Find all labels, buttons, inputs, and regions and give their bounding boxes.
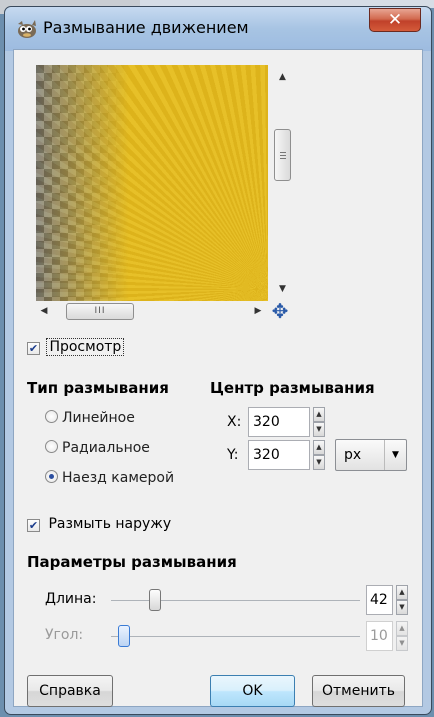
angle-decrement-icon[interactable]: ▼ <box>396 636 408 651</box>
length-slider-thumb[interactable] <box>148 589 161 611</box>
radio-radial[interactable]: Радиальное <box>45 440 150 456</box>
x-spin-buttons[interactable]: ▲ ▼ <box>313 407 325 437</box>
x-label: X: <box>227 414 242 430</box>
radio-radial-label: Радиальное <box>62 440 150 456</box>
vertical-scroll-thumb[interactable] <box>274 129 291 181</box>
unit-dropdown[interactable]: px ▼ <box>335 439 407 471</box>
length-label: Длина: <box>45 591 97 607</box>
help-button-label: Справка <box>39 683 101 699</box>
preview-horizontal-scrollbar[interactable]: ◀ III ▶ <box>36 303 268 320</box>
length-value-input[interactable]: 42 <box>366 585 393 615</box>
radio-zoom-button[interactable] <box>45 470 58 483</box>
radio-linear-label: Линейное <box>62 410 135 426</box>
help-button[interactable]: Справка <box>27 675 113 707</box>
scroll-down-arrow-icon[interactable]: ▼ <box>274 281 291 297</box>
preview-vertical-scrollbar[interactable]: ▲ ▼ <box>274 65 291 301</box>
y-value-input[interactable]: 320 <box>248 440 310 470</box>
close-icon: ✕ <box>387 10 403 30</box>
preview-checkbox-label: Просмотр <box>46 338 125 356</box>
close-button[interactable]: ✕ <box>369 8 421 32</box>
radio-radial-button[interactable] <box>45 440 58 453</box>
x-decrement-icon[interactable]: ▼ <box>313 422 325 437</box>
blur-outward-row[interactable]: ✔ Размыть наружу <box>27 516 171 532</box>
cancel-button[interactable]: Отменить <box>312 675 405 707</box>
length-decrement-icon[interactable]: ▼ <box>396 600 408 615</box>
angle-slider-track[interactable] <box>111 636 360 637</box>
blur-type-title: Тип размывания <box>27 379 169 397</box>
y-increment-icon[interactable]: ▲ <box>313 440 325 455</box>
chevron-down-icon[interactable]: ▼ <box>384 440 406 470</box>
motion-blur-dialog: Размывание движением ✕ ▲ ▼ ◀ III ▶ ✥ ✔ П… <box>4 6 432 715</box>
scroll-right-arrow-icon[interactable]: ▶ <box>250 303 266 320</box>
angle-slider-thumb[interactable] <box>118 625 131 647</box>
ok-button[interactable]: OK <box>210 675 295 707</box>
y-decrement-icon[interactable]: ▼ <box>313 455 325 470</box>
scroll-left-arrow-icon[interactable]: ◀ <box>36 303 52 320</box>
unit-dropdown-value: px <box>344 447 362 463</box>
x-value-input[interactable]: 320 <box>248 407 310 437</box>
navigate-icon[interactable]: ✥ <box>269 301 291 323</box>
gimp-wilber-icon <box>18 20 36 38</box>
blur-params-title: Параметры размывания <box>27 553 237 571</box>
angle-label: Угол: <box>45 627 84 643</box>
radio-zoom[interactable]: Наезд камерой <box>45 470 174 486</box>
blur-outward-label: Размыть наружу <box>48 516 172 532</box>
horizontal-scroll-thumb[interactable]: III <box>66 303 134 320</box>
y-spin-buttons[interactable]: ▲ ▼ <box>313 440 325 470</box>
ok-button-label: OK <box>242 683 263 699</box>
window-title: Размывание движением <box>43 18 249 37</box>
radio-zoom-label: Наезд камерой <box>62 470 175 486</box>
length-increment-icon[interactable]: ▲ <box>396 585 408 600</box>
angle-increment-icon[interactable]: ▲ <box>396 621 408 636</box>
x-increment-icon[interactable]: ▲ <box>313 407 325 422</box>
scroll-up-arrow-icon[interactable]: ▲ <box>274 69 291 85</box>
dialog-content: ▲ ▼ ◀ III ▶ ✥ ✔ Просмотр Тип размывания … <box>13 49 423 707</box>
preview-image[interactable] <box>36 65 268 301</box>
blur-center-title: Центр размывания <box>210 379 375 397</box>
y-label: Y: <box>227 447 239 463</box>
cancel-button-label: Отменить <box>321 683 395 699</box>
angle-spin-buttons[interactable]: ▲ ▼ <box>396 621 408 651</box>
preview-checkbox-row[interactable]: ✔ Просмотр <box>27 338 125 356</box>
blur-outward-checkbox[interactable]: ✔ <box>27 519 40 532</box>
preview-checkbox[interactable]: ✔ <box>27 342 40 355</box>
length-spin-buttons[interactable]: ▲ ▼ <box>396 585 408 615</box>
angle-value-input[interactable]: 10 <box>366 621 393 651</box>
radio-linear[interactable]: Линейное <box>45 410 135 426</box>
radio-linear-button[interactable] <box>45 410 58 423</box>
title-bar[interactable]: Размывание движением ✕ <box>5 7 431 51</box>
